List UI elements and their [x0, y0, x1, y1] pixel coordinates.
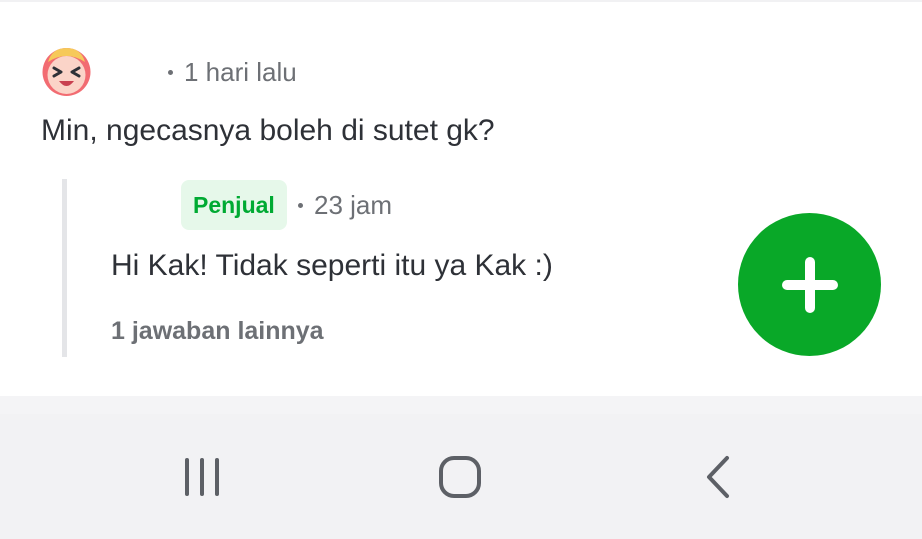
home-button[interactable]	[390, 414, 530, 539]
laughing-face-icon	[42, 48, 91, 96]
separator-dot	[298, 202, 303, 208]
avatar[interactable]	[40, 44, 93, 97]
system-navigation-bar	[0, 414, 922, 539]
back-button[interactable]	[648, 414, 788, 539]
comment-text: Min, ngecasnya boleh di sutet gk?	[41, 114, 495, 147]
comment-meta: 1 hari lalu	[168, 54, 297, 90]
seller-badge: Penjual	[181, 180, 287, 230]
section-divider	[0, 396, 922, 414]
separator-dot	[168, 69, 173, 75]
more-replies-link[interactable]: 1 jawaban lainnya	[111, 317, 324, 346]
reply-meta: 23 jam	[298, 187, 392, 223]
reply-text: Hi Kak! Tidak seperti itu ya Kak :)	[111, 249, 553, 282]
recents-icon	[185, 457, 219, 496]
comment-time: 1 hari lalu	[184, 56, 297, 87]
comment-card: 1 hari lalu Min, ngecasnya boleh di sute…	[0, 2, 922, 396]
reply-thread-line	[62, 179, 67, 357]
plus-icon	[781, 256, 838, 313]
back-icon	[707, 455, 729, 498]
add-button[interactable]	[738, 213, 881, 356]
recents-button[interactable]	[132, 414, 272, 539]
home-icon	[439, 455, 481, 498]
reply-time: 23 jam	[314, 189, 393, 220]
discussion-screen: 1 hari lalu Min, ngecasnya boleh di sute…	[0, 0, 922, 539]
